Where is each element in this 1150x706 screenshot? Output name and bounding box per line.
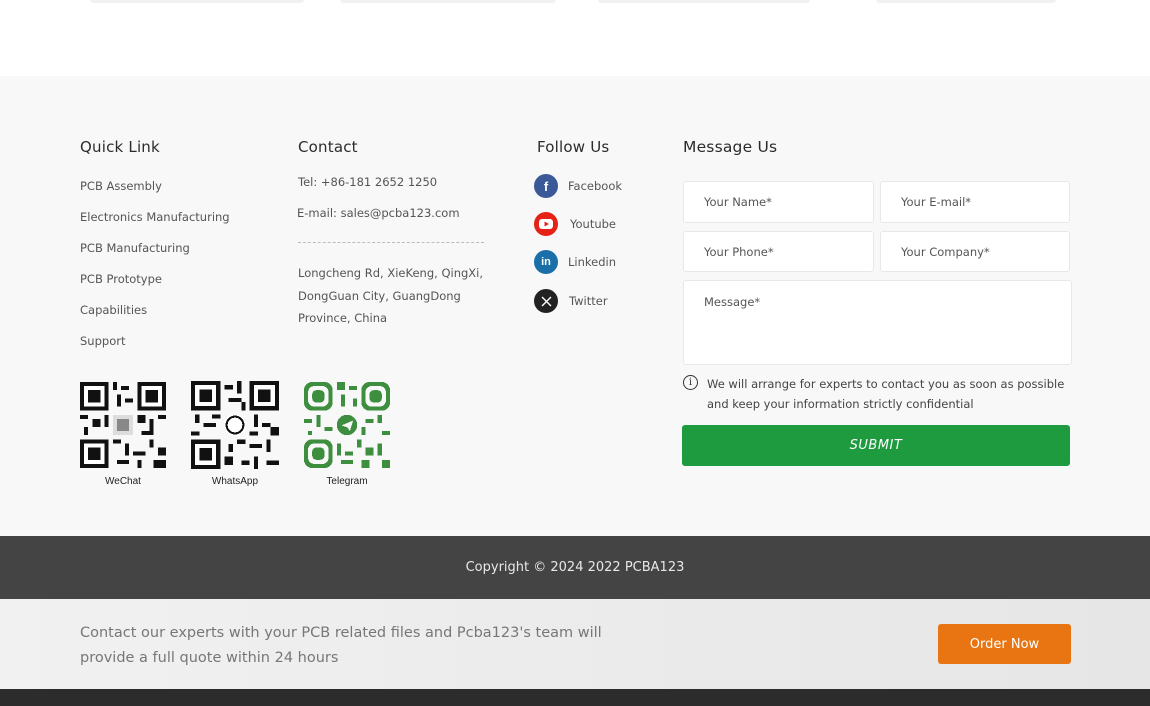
message-us-title: Message Us [683, 138, 778, 156]
quick-link-pcb-prototype[interactable]: PCB Prototype [80, 272, 162, 286]
quick-link-support[interactable]: Support [80, 334, 125, 348]
message-textarea[interactable] [683, 280, 1072, 365]
quick-link-pcb-assembly[interactable]: PCB Assembly [80, 179, 162, 193]
social-facebook[interactable]: f Facebook [534, 174, 622, 198]
phone-input[interactable] [683, 231, 874, 272]
contact-email[interactable]: E-mail: sales@pcba123.com [297, 206, 460, 220]
bottom-bar [0, 689, 1150, 706]
top-strip [0, 0, 1150, 76]
facebook-icon: f [534, 174, 558, 198]
cta-banner: Contact our experts with your PCB relate… [0, 599, 1150, 689]
copyright-bar: Copyright © 2024 2022 PCBA123 [0, 536, 1150, 599]
company-input[interactable] [880, 231, 1070, 272]
whatsapp-qr-icon [191, 381, 279, 469]
social-linkedin[interactable]: in Linkedin [534, 250, 616, 274]
privacy-notice: i We will arrange for experts to contact… [683, 374, 1083, 414]
card-edge [876, 0, 1056, 3]
social-label: Linkedin [568, 255, 616, 269]
notice-text: We will arrange for experts to contact y… [707, 377, 1065, 411]
name-input[interactable] [683, 181, 874, 223]
card-edge [340, 0, 556, 3]
copyright-text: Copyright © 2024 2022 PCBA123 [465, 560, 685, 575]
telegram-qr-icon [304, 382, 390, 468]
divider [298, 242, 484, 243]
qr-label-telegram: Telegram [326, 476, 368, 487]
social-youtube[interactable]: Youtube [534, 212, 616, 236]
info-icon: i [683, 375, 698, 390]
linkedin-icon: in [534, 250, 558, 274]
quick-link-title: Quick Link [80, 138, 160, 156]
youtube-icon [534, 212, 558, 236]
social-label: Twitter [569, 294, 608, 308]
follow-us-title: Follow Us [537, 138, 610, 156]
wechat-qr-icon [80, 382, 166, 468]
order-now-button[interactable]: Order Now [938, 624, 1071, 664]
quick-link-pcb-manufacturing[interactable]: PCB Manufacturing [80, 241, 190, 255]
social-label: Facebook [568, 179, 623, 193]
email-input[interactable] [880, 181, 1070, 223]
contact-title: Contact [298, 138, 358, 156]
quick-link-capabilities[interactable]: Capabilities [80, 303, 147, 317]
quick-link-electronics-manufacturing[interactable]: Electronics Manufacturing [80, 210, 230, 224]
card-edge [90, 0, 304, 3]
qr-label-whatsapp: WhatsApp [211, 476, 259, 487]
card-edge [598, 0, 810, 3]
cta-text: Contact our experts with your PCB relate… [80, 625, 602, 666]
social-label: Youtube [570, 217, 616, 231]
submit-button[interactable]: SUBMIT [682, 425, 1070, 466]
contact-address: Longcheng Rd, XieKeng, QingXi, DongGuan … [298, 266, 484, 325]
footer-main: Quick Link PCB Assembly Electronics Manu… [0, 76, 1150, 536]
x-twitter-icon [534, 289, 558, 313]
social-twitter[interactable]: Twitter [534, 289, 608, 313]
qr-label-wechat: WeChat [105, 476, 141, 487]
contact-tel[interactable]: Tel: +86-181 2652 1250 [298, 175, 437, 189]
